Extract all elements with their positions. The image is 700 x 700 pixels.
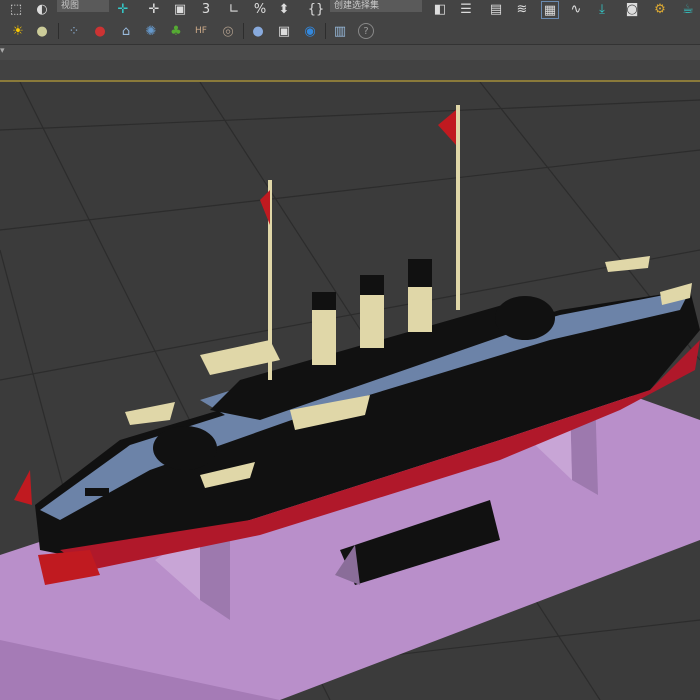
dropdown-arrow-icon[interactable]: ▾	[0, 46, 5, 56]
mirror-icon[interactable]: ◧	[432, 1, 448, 17]
align-icon[interactable]: ☰	[458, 1, 474, 17]
material-sphere-icon[interactable]: ●	[250, 23, 266, 39]
pivot-icon[interactable]: ✛	[115, 1, 131, 17]
reference-coordinate-dropdown[interactable]: 视图	[57, 0, 109, 12]
hair-fur-icon[interactable]: HF	[193, 23, 209, 39]
separator	[325, 23, 326, 39]
command-bar: ▾	[0, 45, 700, 60]
render-setup-icon[interactable]: ⚙	[652, 1, 668, 17]
particles-icon[interactable]: ⁘	[66, 23, 82, 39]
percent-snap-icon[interactable]: %	[252, 1, 268, 17]
schematic-view-icon[interactable]: ⤓	[594, 1, 610, 17]
ox-hair-icon[interactable]: ◎	[220, 23, 236, 39]
grass-icon[interactable]: ♣	[168, 23, 184, 39]
render-frame-icon[interactable]: ◉	[302, 23, 318, 39]
batch-icon[interactable]: ▥	[332, 23, 348, 39]
compound-icon[interactable]: ●	[92, 23, 108, 39]
layer-explorer-icon[interactable]: ≋	[514, 1, 530, 17]
material-browser-icon[interactable]: ▣	[276, 23, 292, 39]
ribbon-toggle-icon[interactable]: ▦	[541, 1, 559, 19]
ribbon-panel	[0, 60, 700, 80]
curve-editor-icon[interactable]: ∿	[568, 1, 584, 17]
manipulate-icon[interactable]: ▣	[172, 1, 188, 17]
material-editor-icon[interactable]: ◙	[624, 1, 640, 17]
scene-explorer-icon[interactable]: ▤	[488, 1, 504, 17]
edit-named-selection-icon[interactable]: {}	[308, 1, 325, 17]
separator	[58, 23, 59, 39]
move-icon[interactable]: ✛	[146, 1, 162, 17]
main-toolbar: ⬚ ◐ 视图 ✛ ✛ ▣ 3 ∟ % ⬍ {} 创建选择集 ◧ ☰ ▤ ≋ ▦ …	[0, 0, 700, 19]
selection-filter-icon[interactable]: ◐	[34, 1, 50, 17]
separator	[243, 23, 244, 39]
select-region-icon[interactable]: ⬚	[8, 1, 24, 17]
angle-snap-icon[interactable]: ∟	[226, 1, 242, 17]
skylight-icon[interactable]: ●	[34, 23, 50, 39]
perspective-viewport[interactable]	[0, 82, 700, 700]
help-icon[interactable]: ?	[358, 23, 374, 39]
render-icon[interactable]: ☕	[680, 1, 696, 17]
scatter-icon[interactable]: ✺	[143, 23, 159, 39]
spinner-snap-icon[interactable]: ⬍	[276, 1, 292, 17]
snap-toggle-icon[interactable]: 3	[198, 1, 214, 17]
named-selection-set-dropdown[interactable]: 创建选择集	[330, 0, 422, 12]
light-icon[interactable]: ☀	[10, 23, 26, 39]
secondary-toolbar: ☀ ● ⁘ ● ⌂ ✺ ♣ HF ◎ ● ▣ ◉ ▥ ?	[0, 19, 700, 45]
camera-icon[interactable]: ⌂	[118, 23, 134, 39]
